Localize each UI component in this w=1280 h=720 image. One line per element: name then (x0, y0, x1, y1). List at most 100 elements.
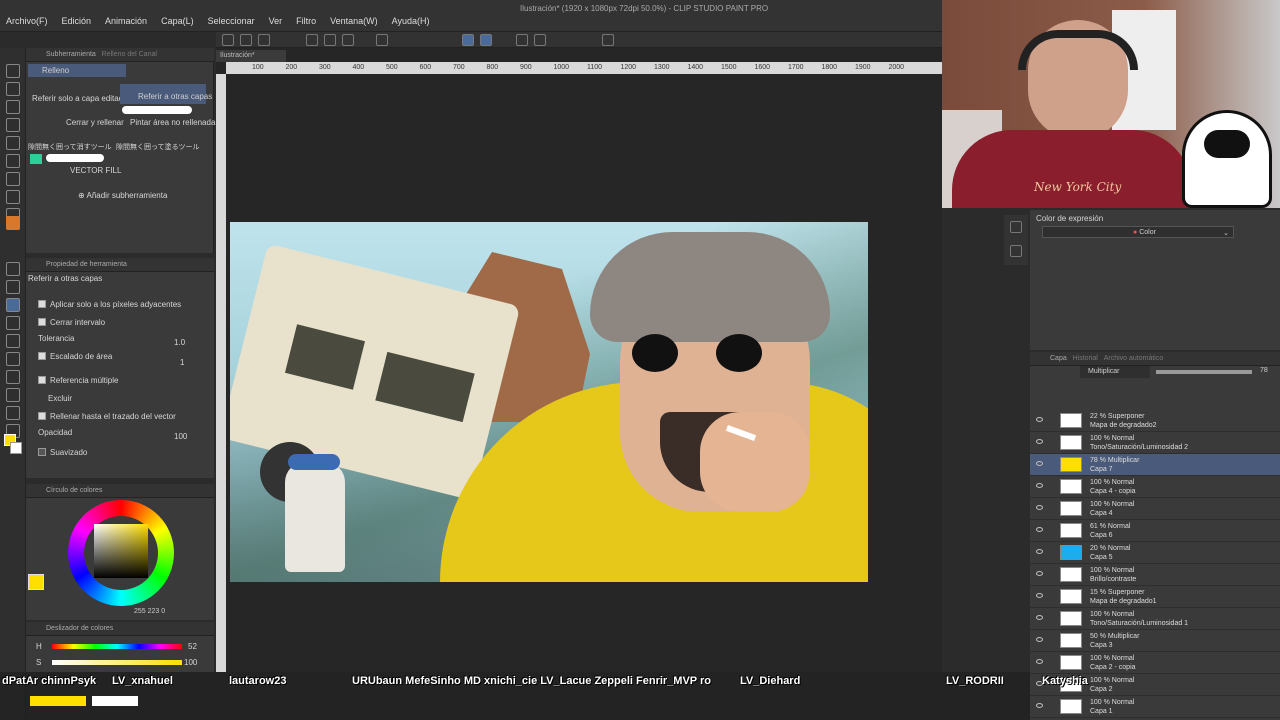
subtool-erase-gap[interactable]: 隙間無く囲って消すツール (28, 142, 112, 152)
eye-icon[interactable] (1036, 593, 1043, 598)
tab-tool-property[interactable]: Propiedad de herramienta (26, 258, 214, 272)
layer-row[interactable]: 15 % Superponer Mapa de degradado1 (1030, 586, 1280, 608)
eyedropper-icon[interactable] (6, 154, 20, 168)
menu-archivo[interactable]: Archivo(F) (6, 16, 48, 26)
layer-row[interactable]: 20 % Normal Capa 5 (1030, 542, 1280, 564)
layer-row[interactable]: 100 % Normal Capa 4 - copia (1030, 476, 1280, 498)
snap-icon[interactable] (462, 34, 474, 46)
subtool-paint-unfilled[interactable]: Pintar área no rellenada (130, 118, 215, 127)
saturation-slider[interactable] (52, 660, 182, 665)
tab-color-slider[interactable]: Deslizador de colores (26, 622, 214, 636)
add-subtool-button[interactable]: ⊕ Añadir subherramienta (78, 191, 167, 200)
clear-icon[interactable] (342, 34, 354, 46)
subtool-close-fill[interactable]: Cerrar y rellenar (66, 118, 124, 127)
checkbox-antialias[interactable] (38, 448, 46, 456)
material-icon[interactable] (1010, 245, 1022, 257)
tab-channel-fill[interactable]: Relleno del Canal (102, 51, 157, 58)
balloon-icon[interactable] (6, 406, 20, 420)
layer-row[interactable]: 100 % Normal Capa 2 - copia (1030, 652, 1280, 674)
layer-row[interactable]: 50 % Multiplicar Capa 3 (1030, 630, 1280, 652)
ruler-tool-icon[interactable] (6, 370, 20, 384)
menu-seleccionar[interactable]: Seleccionar (208, 16, 255, 26)
snap-ruler-icon[interactable] (480, 34, 492, 46)
artwork-canvas[interactable] (230, 222, 868, 582)
row-area-scale[interactable]: Escalado de área (38, 352, 112, 361)
layer-row[interactable]: 100 % Normal Tono/Saturación/Luminosidad … (1030, 432, 1280, 454)
tab-autosave[interactable]: Archivo automático (1104, 355, 1164, 362)
tolerance-value[interactable]: 1.0 (174, 338, 185, 347)
tab-color-wheel[interactable]: Círculo de colores (26, 484, 214, 498)
ruler-icon[interactable] (516, 34, 528, 46)
move-icon[interactable] (6, 82, 20, 96)
tab-layer[interactable]: Capa (1050, 355, 1067, 362)
fill-icon[interactable] (6, 298, 20, 312)
auto-select-icon[interactable] (6, 136, 20, 150)
eye-icon[interactable] (1036, 505, 1043, 510)
eye-icon[interactable] (1036, 527, 1043, 532)
sub-color-swatch[interactable] (10, 442, 22, 454)
tab-history[interactable]: Historial (1073, 355, 1098, 362)
checkbox-fill-vector[interactable] (38, 412, 46, 420)
undo-icon[interactable] (306, 34, 318, 46)
row-antialias[interactable]: Suavizado (38, 448, 87, 457)
current-color-swatch[interactable] (28, 574, 44, 590)
menu-ver[interactable]: Ver (269, 16, 283, 26)
new-file-icon[interactable] (222, 34, 234, 46)
transform-icon[interactable] (376, 34, 388, 46)
operation-icon[interactable] (6, 100, 20, 114)
checkbox-close-gap[interactable] (38, 318, 46, 326)
blend-mode-select[interactable]: Multiplicar (1080, 366, 1150, 378)
subtool-vector-fill[interactable]: VECTOR FILL (70, 166, 121, 175)
menu-ayuda[interactable]: Ayuda(H) (392, 16, 430, 26)
layer-row[interactable]: 100 % Normal Capa 4 (1030, 498, 1280, 520)
pencil-icon[interactable] (6, 190, 20, 204)
grid-icon[interactable] (534, 34, 546, 46)
row-adjacent[interactable]: Aplicar solo a los píxeles adyacentes (38, 300, 181, 309)
eye-icon[interactable] (1036, 549, 1043, 554)
checkbox-multiple-reference[interactable] (38, 376, 46, 384)
blend-icon[interactable] (6, 280, 20, 294)
subtool-fill-gap[interactable]: 隙間無く囲って塗るツール (116, 142, 200, 152)
eraser-icon[interactable] (6, 262, 20, 276)
selection-icon[interactable] (6, 118, 20, 132)
row-multiple-reference[interactable]: Referencia múltiple (38, 376, 118, 385)
zoom-icon[interactable] (6, 64, 20, 78)
menu-filtro[interactable]: Filtro (296, 16, 316, 26)
layer-row[interactable]: 100 % Normal Tono/Saturación/Luminosidad … (1030, 608, 1280, 630)
subtool-group-fill[interactable]: Relleno (28, 64, 126, 77)
open-icon[interactable] (240, 34, 252, 46)
expression-color-select[interactable]: ● Color ⌄ (1042, 226, 1234, 238)
eye-icon[interactable] (1036, 461, 1043, 466)
eye-icon[interactable] (1036, 439, 1043, 444)
s-value[interactable]: 100 (184, 658, 197, 667)
layer-row[interactable]: 100 % Normal Brillo/contraste (1030, 564, 1280, 586)
saturation-square[interactable] (94, 524, 148, 578)
text-icon[interactable] (6, 388, 20, 402)
subtool-refer-other[interactable]: Referir a otras capas (120, 84, 212, 104)
save-icon[interactable] (258, 34, 270, 46)
eye-icon[interactable] (1036, 483, 1043, 488)
tab-subtool[interactable]: Subherramienta (46, 51, 96, 58)
subtool-refer-edited[interactable]: Referir solo a capa editada (32, 94, 128, 103)
eye-icon[interactable] (1036, 637, 1043, 642)
opacity-value[interactable]: 100 (174, 432, 187, 441)
layer-row[interactable]: 61 % Normal Capa 6 (1030, 520, 1280, 542)
redo-icon[interactable] (324, 34, 336, 46)
settings-icon[interactable] (602, 34, 614, 46)
eye-icon[interactable] (1036, 417, 1043, 422)
checkbox-area-scale[interactable] (38, 352, 46, 360)
row-fill-vector[interactable]: Rellenar hasta el trazado del vector (38, 412, 176, 421)
eye-icon[interactable] (1036, 571, 1043, 576)
menu-capa[interactable]: Capa(L) (161, 16, 194, 26)
frame-icon[interactable] (6, 352, 20, 366)
layer-row[interactable]: 78 % Multiplicar Capa 7 (1030, 454, 1280, 476)
hue-slider[interactable] (52, 644, 182, 649)
fill-tool-icon[interactable] (6, 216, 20, 230)
document-tab[interactable]: Ilustración* (216, 50, 286, 62)
eye-icon[interactable] (1036, 615, 1043, 620)
navigator-icon[interactable] (1010, 221, 1022, 233)
h-value[interactable]: 52 (188, 642, 197, 651)
layer-row[interactable]: 100 % Normal Capa 1 (1030, 696, 1280, 718)
area-scale-value[interactable]: 1 (180, 358, 184, 367)
gradient-icon[interactable] (6, 316, 20, 330)
